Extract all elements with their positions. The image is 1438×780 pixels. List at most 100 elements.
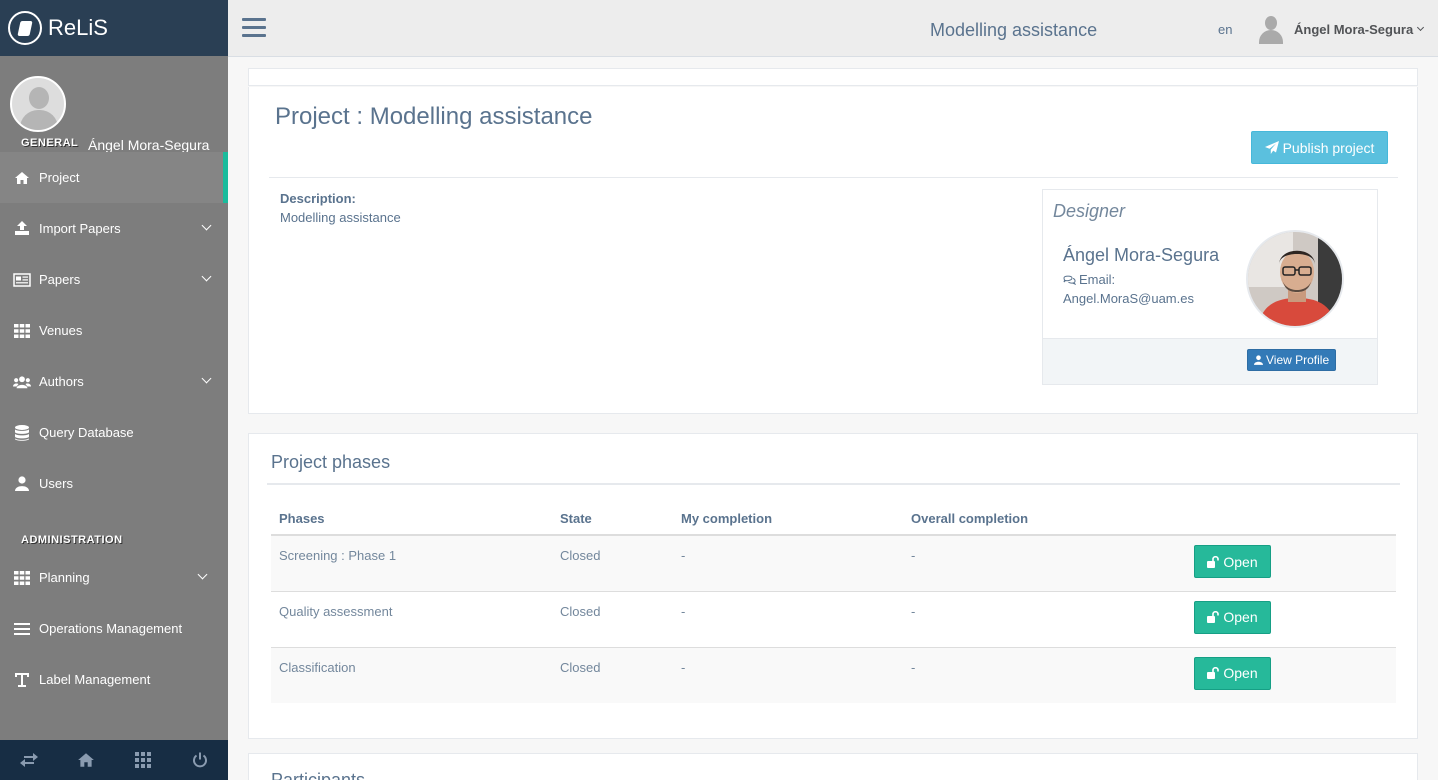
text-icon [13, 672, 31, 688]
view-profile-label: View Profile [1266, 353, 1330, 367]
open-phase-label: Open [1223, 665, 1258, 681]
designer-card: Designer Ángel Mora-Segura Email: Angel.… [1042, 189, 1378, 385]
avatar [10, 76, 66, 132]
column-header-state: State [552, 502, 673, 536]
sidebar-footer [0, 740, 228, 780]
home-icon[interactable] [57, 740, 114, 780]
column-header-overall-completion: Overall completion [903, 502, 1186, 536]
sidebar-item-venues[interactable]: Venues [0, 305, 228, 356]
column-header-my-completion: My completion [673, 502, 903, 536]
view-profile-button[interactable]: View Profile [1247, 349, 1337, 371]
sidebar-item-planning[interactable]: Planning [0, 552, 228, 603]
column-header-action [1186, 502, 1396, 536]
sidebar-profile: Ángel Mora-Segura [0, 56, 228, 154]
paper-plane-icon [1264, 140, 1279, 154]
phase-name: Screening : Phase 1 [271, 534, 552, 591]
users-icon [13, 374, 31, 390]
sidebar-item-import-papers[interactable]: Import Papers [0, 203, 228, 254]
exchange-icon[interactable] [0, 740, 57, 780]
user-menu[interactable]: Ángel Mora-Segura [1258, 14, 1425, 44]
phase-name: Quality assessment [271, 590, 552, 647]
upload-icon [13, 221, 31, 237]
open-phase-button[interactable]: Open [1194, 600, 1271, 634]
table-row: Quality assessment Closed - - Open [271, 590, 1396, 647]
phases-title: Project phases [271, 452, 391, 472]
participants-panel: Participants [248, 753, 1418, 780]
divider [269, 177, 1398, 178]
sidebar-item-label: Papers [39, 272, 81, 287]
brand-name: ReLiS [48, 15, 108, 40]
sidebar-item-authors[interactable]: Authors [0, 356, 228, 407]
phase-state: Closed [552, 590, 673, 647]
phase-overall-completion: - [903, 534, 1186, 591]
top-navbar: Modelling assistance en Ángel Mora-Segur… [228, 0, 1438, 57]
sidebar-item-label: Project [39, 170, 80, 185]
top-strip [248, 68, 1418, 86]
user-icon [13, 476, 31, 492]
grid-icon[interactable] [114, 740, 171, 780]
user-icon [1254, 355, 1263, 365]
list-icon [13, 621, 31, 637]
phase-action-cell: Open [1186, 590, 1396, 647]
table-row: Classification Closed - - Open [271, 646, 1396, 703]
sidebar-item-label: Label Management [39, 672, 151, 687]
relis-logo-icon [8, 11, 42, 45]
power-icon[interactable] [171, 740, 228, 780]
sidebar-item-label-management[interactable]: Label Management [0, 654, 228, 705]
project-panel: Project : Modelling assistance Publish p… [248, 87, 1418, 414]
designer-email: Angel.MoraS@uam.es [1063, 291, 1194, 306]
participants-title: Participants [271, 770, 366, 780]
project-phases-panel: Project phases Phases State My completio… [248, 433, 1418, 739]
designer-email-label: Email: [1063, 272, 1115, 287]
language-selector[interactable]: en [1218, 22, 1232, 37]
open-phase-label: Open [1223, 609, 1258, 625]
sidebar-item-label: Query Database [39, 425, 134, 440]
chevron-down-icon [1417, 23, 1425, 32]
sidebar-item-label: Operations Management [39, 621, 183, 636]
sidebar-item-users[interactable]: Users [0, 458, 228, 509]
newspaper-icon [13, 272, 31, 288]
phase-state: Closed [552, 534, 673, 591]
designer-card-footer: View Profile [1043, 338, 1377, 384]
open-phase-button[interactable]: Open [1194, 656, 1271, 690]
database-icon [13, 424, 31, 441]
grid-icon [13, 323, 31, 339]
sidebar-item-label: Import Papers [39, 221, 121, 236]
unlock-icon [1207, 611, 1220, 623]
phase-my-completion: - [673, 646, 903, 703]
description-value: Modelling assistance [280, 210, 401, 225]
sidebar-item-query-database[interactable]: Query Database [0, 407, 228, 458]
open-phase-label: Open [1223, 553, 1258, 570]
divider [267, 483, 1400, 485]
column-header-phases: Phases [271, 502, 552, 536]
grid-icon [13, 570, 31, 586]
phase-overall-completion: - [903, 590, 1186, 647]
home-icon [13, 170, 31, 186]
project-title: Project : Modelling assistance [275, 103, 593, 130]
page-title: Modelling assistance [930, 20, 1098, 40]
publish-project-button[interactable]: Publish project [1251, 131, 1388, 164]
avatar [1258, 14, 1284, 44]
phase-overall-completion: - [903, 646, 1186, 703]
description-label: Description: [280, 191, 356, 206]
phase-action-cell: Open [1186, 646, 1396, 703]
sidebar-item-label: Authors [39, 374, 84, 389]
sidebar: ReLiS Ángel Mora-Segura GENERAL Project … [0, 0, 228, 780]
user-menu-name: Ángel Mora-Segura [1294, 21, 1414, 37]
open-phase-button[interactable]: Open [1194, 545, 1271, 578]
phase-my-completion: - [673, 534, 903, 591]
sidebar-item-papers[interactable]: Papers [0, 254, 228, 305]
unlock-icon [1207, 555, 1220, 568]
phase-name: Classification [271, 646, 552, 703]
table-header-row: Phases State My completion Overall compl… [271, 502, 1396, 536]
designer-heading: Designer [1053, 201, 1126, 221]
sidebar-item-project[interactable]: Project [0, 152, 228, 203]
unlock-icon [1207, 667, 1220, 679]
brand[interactable]: ReLiS [0, 0, 228, 56]
phase-state: Closed [552, 646, 673, 703]
sidebar-item-label: Venues [39, 323, 83, 338]
table-row: Screening : Phase 1 Closed - - Open [271, 534, 1396, 591]
menu-toggle-icon[interactable] [242, 18, 266, 38]
phases-table: Phases State My completion Overall compl… [271, 502, 1396, 703]
sidebar-item-operations-management[interactable]: Operations Management [0, 603, 228, 654]
